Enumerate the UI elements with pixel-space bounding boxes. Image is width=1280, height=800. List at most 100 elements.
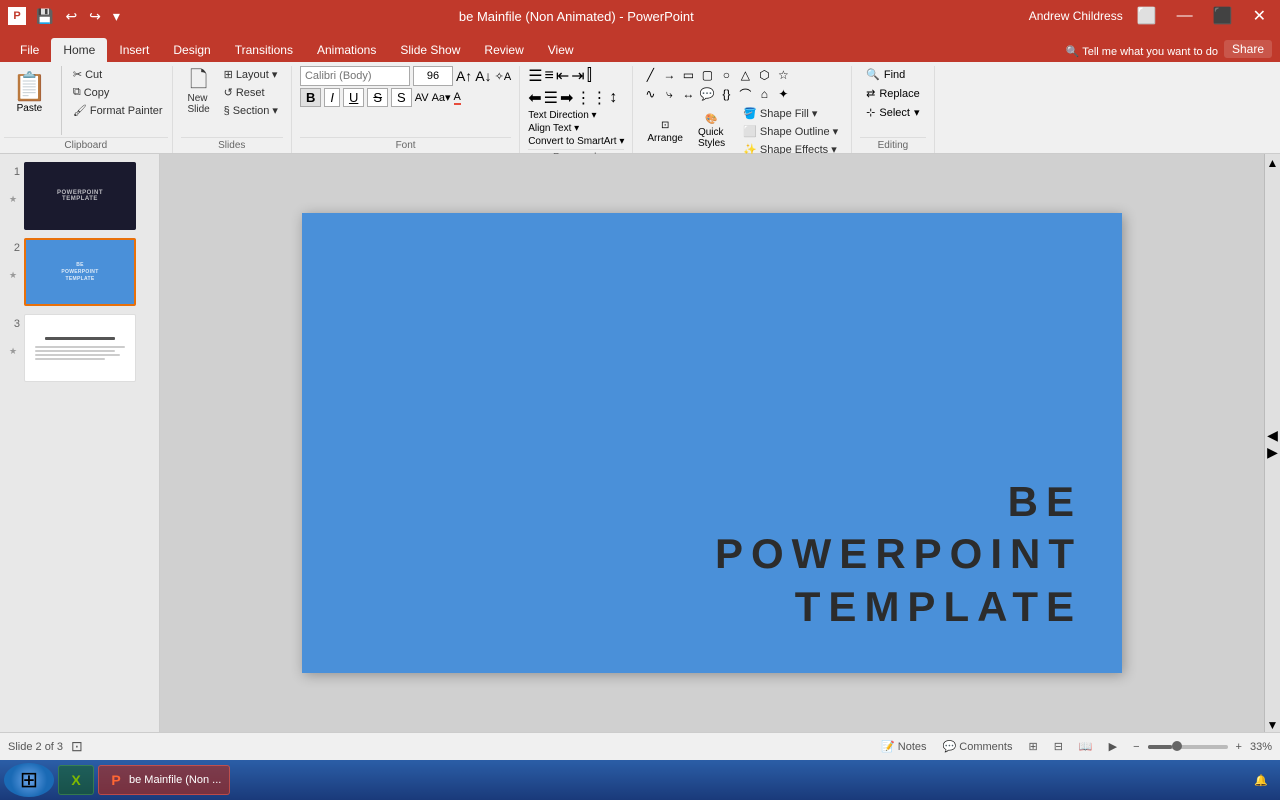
slide-canvas[interactable]: BE POWERPOINT TEMPLATE bbox=[302, 213, 1122, 673]
shape-eq[interactable]: {} bbox=[717, 85, 735, 103]
underline-button[interactable]: U bbox=[343, 88, 364, 107]
share-button[interactable]: Share bbox=[1224, 40, 1272, 58]
justify-button[interactable]: ⋮⋮ bbox=[575, 88, 607, 108]
shape-rrect[interactable]: ▢ bbox=[698, 66, 716, 84]
convert-smartart-button[interactable]: Convert to SmartArt ▾ bbox=[528, 136, 624, 147]
bold-button[interactable]: B bbox=[300, 88, 321, 107]
section-button[interactable]: § Section ▾ bbox=[219, 102, 283, 119]
tab-view[interactable]: View bbox=[536, 38, 586, 62]
arrange-button[interactable]: ⊡ Arrange bbox=[641, 116, 689, 148]
shape-outline-button[interactable]: ⬜ Shape Outline ▾ bbox=[738, 123, 843, 140]
text-shadow-button[interactable]: S bbox=[391, 88, 412, 107]
reset-button[interactable]: ↺ Reset bbox=[219, 84, 283, 101]
scroll-expand-button2[interactable]: ▶ bbox=[1267, 444, 1278, 461]
shape-curve[interactable]: ∿ bbox=[641, 85, 659, 103]
shape-rect[interactable]: ▭ bbox=[679, 66, 697, 84]
tab-transitions[interactable]: Transitions bbox=[223, 38, 305, 62]
tell-me-input[interactable]: 🔍 Tell me what you want to do bbox=[1066, 45, 1218, 58]
align-text-button[interactable]: Align Text ▾ bbox=[528, 123, 579, 134]
shape-oval[interactable]: ○ bbox=[717, 66, 735, 84]
comments-button[interactable]: 💬 Comments bbox=[939, 738, 1017, 755]
right-scrollbar[interactable]: ▲ ◀ ▶ ▼ bbox=[1264, 154, 1280, 732]
tab-insert[interactable]: Insert bbox=[107, 38, 161, 62]
align-right-button[interactable]: ➡ bbox=[560, 88, 573, 108]
scroll-down-button[interactable]: ▼ bbox=[1267, 718, 1279, 732]
save-button[interactable]: 💾 bbox=[32, 6, 57, 27]
text-direction-button[interactable]: Text Direction ▾ bbox=[528, 110, 596, 121]
canvas-area[interactable]: BE POWERPOINT TEMPLATE bbox=[160, 154, 1264, 732]
bullets-button[interactable]: ☰ bbox=[528, 66, 542, 86]
presenter-view-button[interactable]: ▶ bbox=[1105, 738, 1121, 755]
slide-thumb-1[interactable]: POWERPOINTTEMPLATE bbox=[24, 162, 136, 230]
slide-item-3[interactable]: 3 ★ bbox=[6, 314, 153, 382]
numbering-button[interactable]: ≡ bbox=[545, 67, 554, 85]
line-spacing-button[interactable]: ↕ bbox=[609, 89, 617, 107]
character-spacing-button[interactable]: AV bbox=[415, 92, 429, 104]
close-button[interactable]: ✕ bbox=[1247, 4, 1272, 28]
increase-font-button[interactable]: A↑ bbox=[456, 68, 472, 84]
tab-review[interactable]: Review bbox=[472, 38, 535, 62]
scroll-up-button[interactable]: ▲ bbox=[1267, 156, 1279, 170]
increase-indent-button[interactable]: ⇥ bbox=[571, 66, 584, 86]
decrease-font-button[interactable]: A↓ bbox=[475, 68, 491, 84]
paste-button[interactable]: 📋 Paste bbox=[4, 66, 55, 135]
excel-taskbar-item[interactable]: X bbox=[58, 765, 94, 795]
slide-thumb-2[interactable]: BEPOWERPOINTTEMPLATE bbox=[24, 238, 136, 306]
notes-button[interactable]: 📝 Notes bbox=[877, 738, 931, 755]
shape-misc2[interactable]: ✦ bbox=[774, 85, 792, 103]
align-left-button[interactable]: ⬅ bbox=[528, 88, 541, 108]
zoom-handle[interactable] bbox=[1172, 741, 1182, 751]
cut-button[interactable]: ✂ Cut bbox=[68, 66, 168, 83]
slide-item-2[interactable]: 2 ★ BEPOWERPOINTTEMPLATE bbox=[6, 238, 153, 306]
maximize-button[interactable]: ⬛ bbox=[1207, 4, 1239, 28]
shape-tri[interactable]: △ bbox=[736, 66, 754, 84]
zoom-out-button[interactable]: − bbox=[1129, 739, 1143, 755]
align-center-button[interactable]: ☰ bbox=[544, 88, 558, 108]
restore-down-button[interactable]: ⬜ bbox=[1131, 4, 1163, 28]
customize-button[interactable]: ▾ bbox=[109, 6, 124, 27]
undo-button[interactable]: ↩ bbox=[61, 6, 81, 27]
tab-animations[interactable]: Animations bbox=[305, 38, 388, 62]
select-button[interactable]: ⊹ Select ▾ bbox=[860, 104, 926, 121]
shape-callout[interactable]: 💬 bbox=[698, 85, 716, 103]
layout-button[interactable]: ⊞ Layout ▾ bbox=[219, 66, 283, 83]
shape-dbl-arrow[interactable]: ↔ bbox=[679, 85, 697, 103]
find-button[interactable]: 🔍 Find bbox=[860, 66, 926, 83]
copy-button[interactable]: ⧉ Copy bbox=[68, 84, 168, 101]
shape-connect[interactable]: ⤷ bbox=[660, 85, 678, 103]
powerpoint-taskbar-item[interactable]: P be Mainfile (Non ... bbox=[98, 765, 230, 795]
slide-sorter-button[interactable]: ⊟ bbox=[1050, 738, 1067, 755]
italic-button[interactable]: I bbox=[324, 88, 340, 107]
format-painter-button[interactable]: 🖌 Format Painter bbox=[68, 102, 168, 119]
change-case-button[interactable]: Aa▾ bbox=[432, 91, 451, 104]
quick-styles-button[interactable]: 🎨 QuickStyles bbox=[692, 110, 731, 153]
shape-fill-button[interactable]: 🪣 Shape Fill ▾ bbox=[738, 105, 843, 122]
replace-button[interactable]: ⇄ Replace bbox=[860, 85, 926, 102]
decrease-indent-button[interactable]: ⇤ bbox=[556, 66, 569, 86]
new-slide-button[interactable]: 🗋 NewSlide bbox=[181, 66, 217, 118]
tab-design[interactable]: Design bbox=[161, 38, 222, 62]
font-size-input[interactable] bbox=[413, 66, 453, 86]
shape-star[interactable]: ☆ bbox=[774, 66, 792, 84]
normal-view-button[interactable]: ⊞ bbox=[1024, 738, 1041, 755]
columns-button[interactable]: ⫿ bbox=[587, 67, 592, 85]
scroll-expand-button[interactable]: ◀ bbox=[1267, 427, 1278, 444]
shape-misc1[interactable]: ⌂ bbox=[755, 85, 773, 103]
shape-line[interactable]: ╱ bbox=[641, 66, 659, 84]
start-button[interactable]: ⊞ bbox=[4, 763, 54, 797]
shape-arrow[interactable]: → bbox=[660, 66, 678, 84]
reading-view-button[interactable]: 📖 bbox=[1075, 738, 1097, 755]
show-desktop-button[interactable]: 🔔 bbox=[1246, 774, 1276, 787]
fit-slide-button[interactable]: ⊡ bbox=[71, 738, 83, 755]
zoom-slider-track[interactable] bbox=[1148, 745, 1228, 749]
clear-formatting-button[interactable]: ✧A bbox=[495, 70, 512, 83]
strikethrough-button[interactable]: S bbox=[367, 88, 388, 107]
zoom-percentage[interactable]: 33% bbox=[1250, 741, 1272, 753]
redo-button[interactable]: ↪ bbox=[85, 6, 105, 27]
tab-file[interactable]: File bbox=[8, 38, 51, 62]
font-color-button[interactable]: A bbox=[454, 91, 461, 105]
zoom-in-button[interactable]: + bbox=[1232, 739, 1246, 755]
tab-slideshow[interactable]: Slide Show bbox=[388, 38, 472, 62]
shape-more[interactable]: ⬡ bbox=[755, 66, 773, 84]
slide-item-1[interactable]: 1 ★ POWERPOINTTEMPLATE bbox=[6, 162, 153, 230]
